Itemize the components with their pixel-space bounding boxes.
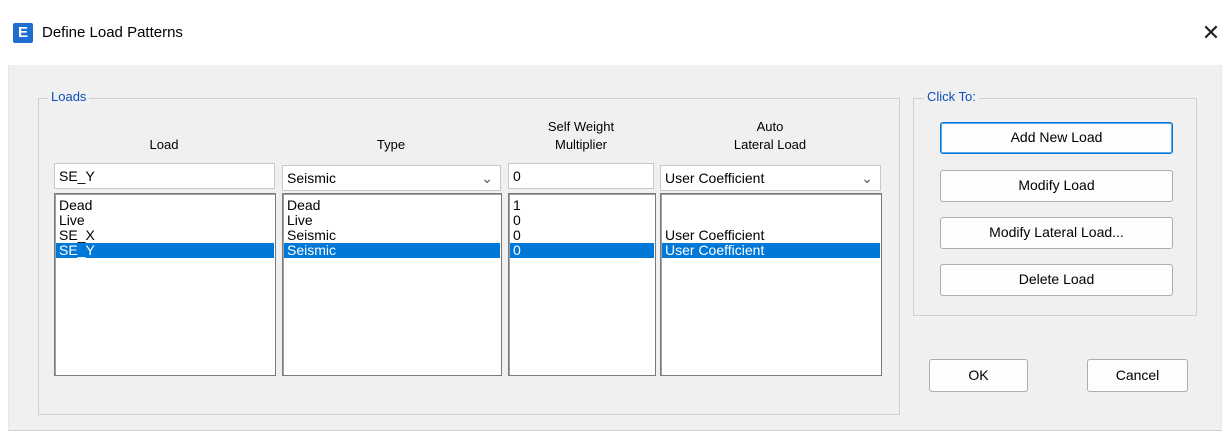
list-item[interactable]: SE_Y [56,243,274,258]
click-to-group-legend: Click To: [924,89,979,105]
column-header-self-weight-line1: Self Weight [547,119,615,134]
list-item[interactable]: Live [56,213,274,228]
auto-lateral-load-select[interactable]: User Coefficient ⌄ [660,165,881,191]
list-item[interactable]: Live [284,213,500,228]
list-item[interactable] [662,198,880,213]
modify-lateral-load-button[interactable]: Modify Lateral Load... [940,217,1173,249]
load-type-list[interactable]: Dead Live Seismic Seismic [282,193,502,376]
list-item[interactable] [662,213,880,228]
self-weight-multiplier-input[interactable]: 0 [508,163,654,189]
list-item[interactable]: 0 [510,243,654,258]
modify-load-button[interactable]: Modify Load [940,170,1173,202]
auto-lateral-load-list[interactable]: User Coefficient User Coefficient [660,193,882,376]
list-item[interactable]: Dead [284,198,500,213]
list-item[interactable]: Seismic [284,228,500,243]
close-icon: ✕ [1201,20,1221,45]
load-name-input[interactable]: SE_Y [54,163,275,189]
cancel-button[interactable]: Cancel [1087,359,1188,392]
list-item[interactable]: User Coefficient [662,228,880,243]
column-header-self-weight-line2: Multiplier [554,137,607,152]
app-icon: E [13,23,33,43]
chevron-down-icon: ⌄ [481,170,493,186]
add-new-load-button[interactable]: Add New Load [940,122,1173,154]
loads-group-legend: Loads [48,89,90,105]
column-header-load: Load [149,137,179,152]
window-title: Define Load Patterns [42,24,183,41]
column-header-auto-lateral-line1: Auto [756,119,784,134]
list-item[interactable]: User Coefficient [662,243,880,258]
list-item[interactable]: Seismic [284,243,500,258]
title-bar [0,0,1231,65]
list-item[interactable]: Dead [56,198,274,213]
load-type-select[interactable]: Seismic ⌄ [282,165,501,191]
ok-button[interactable]: OK [929,359,1028,392]
load-name-list[interactable]: Dead Live SE_X SE_Y [54,193,276,376]
column-header-type: Type [376,137,406,152]
self-weight-multiplier-list[interactable]: 1000 [508,193,656,376]
list-item[interactable]: 1 [510,198,654,213]
close-button[interactable]: ✕ [1196,18,1226,48]
list-item[interactable]: 0 [510,228,654,243]
load-type-select-value: Seismic [287,170,337,186]
list-item[interactable]: 0 [510,213,654,228]
auto-lateral-load-select-value: User Coefficient [665,170,765,186]
column-header-auto-lateral-line2: Lateral Load [733,137,807,152]
chevron-down-icon: ⌄ [861,170,873,186]
list-item[interactable]: SE_X [56,228,274,243]
delete-load-button[interactable]: Delete Load [940,264,1173,296]
